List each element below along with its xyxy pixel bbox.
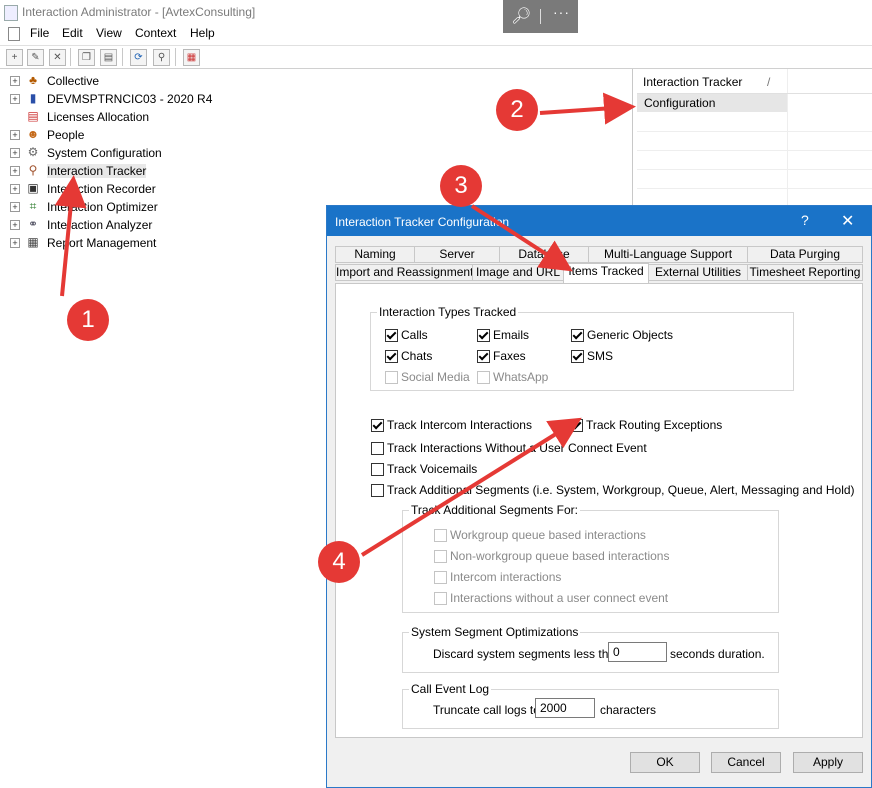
arrow-4 xyxy=(360,417,582,557)
callout-4: 4 xyxy=(318,541,360,583)
arrow-2 xyxy=(539,92,636,125)
callout-3: 3 xyxy=(440,165,482,207)
callout-1: 1 xyxy=(67,299,109,341)
arrow-1 xyxy=(54,175,87,297)
annotation-arrows xyxy=(54,92,636,557)
callout-2: 2 xyxy=(496,89,538,131)
arrow-3 xyxy=(470,204,573,272)
